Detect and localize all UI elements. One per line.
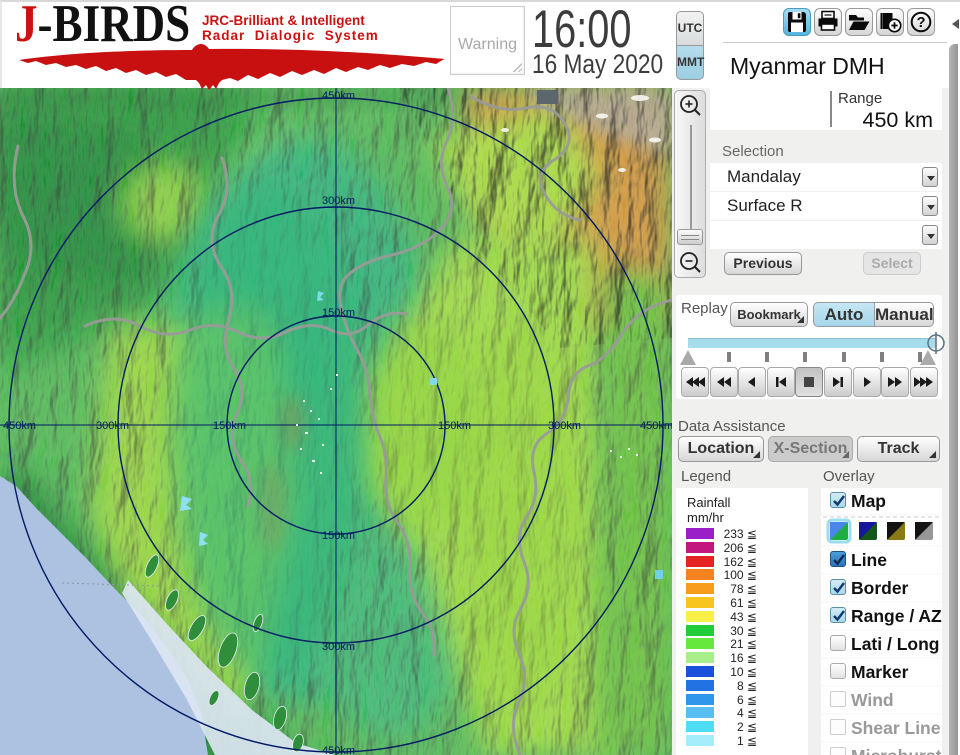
svg-text:150km: 150km: [322, 307, 355, 319]
svg-text:300km: 300km: [96, 420, 129, 432]
svg-text:300km: 300km: [322, 641, 355, 653]
svg-text:450km: 450km: [640, 420, 672, 432]
svg-text:450km: 450km: [322, 745, 355, 755]
svg-text:450km: 450km: [322, 90, 355, 102]
svg-text:150km: 150km: [438, 420, 471, 432]
svg-text:?: ?: [917, 15, 926, 31]
svg-text:150km: 150km: [213, 420, 246, 432]
svg-text:300km: 300km: [322, 195, 355, 207]
svg-text:150km: 150km: [322, 530, 355, 542]
svg-text:450km: 450km: [3, 420, 36, 432]
svg-text:300km: 300km: [548, 420, 581, 432]
